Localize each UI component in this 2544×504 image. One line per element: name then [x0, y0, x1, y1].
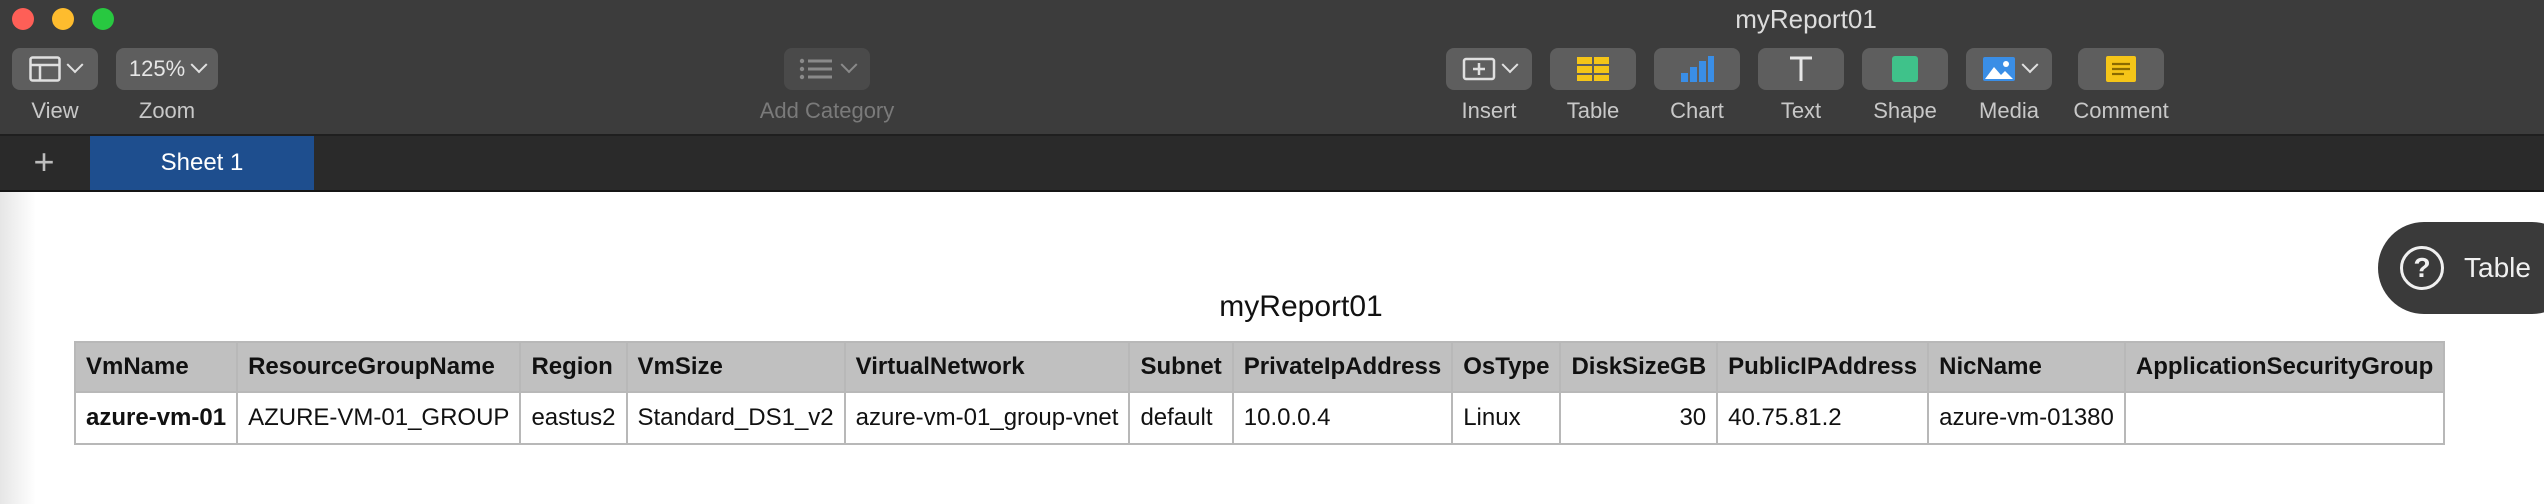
- table-icon: [1577, 57, 1609, 81]
- chart-label: Chart: [1670, 98, 1724, 123]
- chevron-down-icon: [2021, 56, 2039, 74]
- sheet-tab-bar: + Sheet 1: [0, 136, 2544, 192]
- insert-button[interactable]: [1446, 48, 1532, 90]
- table-button[interactable]: [1550, 48, 1636, 90]
- tab-sheet-1[interactable]: Sheet 1: [90, 136, 314, 190]
- column-header[interactable]: DiskSizeGB: [1559, 341, 1719, 393]
- column-header[interactable]: VmName: [73, 341, 239, 393]
- table-cell[interactable]: Standard_DS1_v2: [625, 391, 846, 445]
- column-header[interactable]: ApplicationSecurityGroup: [2123, 341, 2446, 393]
- column-header[interactable]: Region: [519, 341, 628, 393]
- table-cell[interactable]: 40.75.81.2: [1716, 391, 1930, 445]
- table-cell[interactable]: [2123, 391, 2446, 445]
- column-header[interactable]: VirtualNetwork: [843, 341, 1131, 393]
- media-button[interactable]: [1966, 48, 2052, 90]
- shape-button[interactable]: [1862, 48, 1948, 90]
- add-sheet-button[interactable]: +: [22, 140, 66, 184]
- sidebar-layout-icon: [29, 56, 61, 82]
- photo-icon: [1983, 57, 2015, 81]
- table-cell[interactable]: 10.0.0.4: [1231, 391, 1454, 445]
- table-cell[interactable]: AZURE-VM-01_GROUP: [236, 391, 522, 445]
- sheet-tab-label: Sheet 1: [160, 149, 244, 176]
- report-table[interactable]: VmName ResourceGroupName Region VmSize V…: [73, 341, 2446, 445]
- zoom-value: 125%: [128, 56, 186, 81]
- comment-note-icon: [2106, 56, 2136, 82]
- question-mark-icon: ?: [2400, 246, 2444, 290]
- toolbar: myReport01 View 125% Zoom Add Category I…: [0, 0, 2544, 136]
- shape-label: Shape: [1873, 98, 1937, 123]
- media-label: Media: [1979, 98, 2039, 123]
- column-header[interactable]: NicName: [1927, 341, 2126, 393]
- insert-label: Insert: [1461, 98, 1517, 123]
- zoom-label: Zoom: [138, 98, 196, 123]
- square-shape-icon: [1892, 56, 1918, 82]
- canvas-left-shadow: [0, 192, 36, 504]
- table-help-pill[interactable]: ? Table: [2378, 222, 2544, 314]
- chart-button[interactable]: [1654, 48, 1740, 90]
- sheet-canvas: myReport01 VmName ResourceGroupName Regi…: [0, 192, 2544, 504]
- table-cell[interactable]: default: [1128, 391, 1234, 445]
- chevron-down-icon: [66, 56, 84, 74]
- window-title: myReport01: [1735, 4, 1877, 34]
- column-header[interactable]: PublicIPAddress: [1716, 341, 1930, 393]
- add-category-button[interactable]: [784, 48, 870, 90]
- zoom-select[interactable]: 125%: [116, 48, 218, 90]
- table-row: azure-vm-01 AZURE-VM-01_GROUP eastus2 St…: [73, 391, 2446, 445]
- comment-label: Comment: [2073, 98, 2169, 123]
- help-pill-label: Table: [2464, 252, 2531, 283]
- view-button[interactable]: [12, 48, 98, 90]
- view-label: View: [31, 98, 79, 123]
- column-header[interactable]: OsType: [1451, 341, 1562, 393]
- table-cell[interactable]: eastus2: [519, 391, 628, 445]
- table-cell[interactable]: Linux: [1451, 391, 1562, 445]
- column-header[interactable]: PrivateIpAddress: [1231, 341, 1454, 393]
- text-button[interactable]: [1758, 48, 1844, 90]
- column-header[interactable]: VmSize: [625, 341, 846, 393]
- chevron-down-icon: [840, 56, 858, 74]
- chevron-down-icon: [1501, 56, 1519, 74]
- insert-icon: [1462, 57, 1496, 81]
- list-icon: [799, 58, 832, 80]
- table-cell[interactable]: azure-vm-01_group-vnet: [843, 391, 1131, 445]
- table-cell[interactable]: azure-vm-01380: [1927, 391, 2126, 445]
- comment-button[interactable]: [2078, 48, 2164, 90]
- header-row: VmName ResourceGroupName Region VmSize V…: [73, 341, 2446, 393]
- bar-chart-icon: [1681, 56, 1714, 82]
- column-header[interactable]: ResourceGroupName: [236, 341, 522, 393]
- add-category-label: Add Category: [759, 98, 895, 123]
- table-cell[interactable]: azure-vm-01: [73, 391, 239, 445]
- text-icon: [1790, 56, 1812, 81]
- table-label: Table: [1566, 98, 1620, 123]
- chevron-down-icon: [190, 56, 208, 74]
- column-header[interactable]: Subnet: [1128, 341, 1234, 393]
- table-cell[interactable]: 30: [1559, 391, 1719, 445]
- text-label: Text: [1780, 98, 1822, 123]
- table-title[interactable]: myReport01: [0, 290, 2544, 324]
